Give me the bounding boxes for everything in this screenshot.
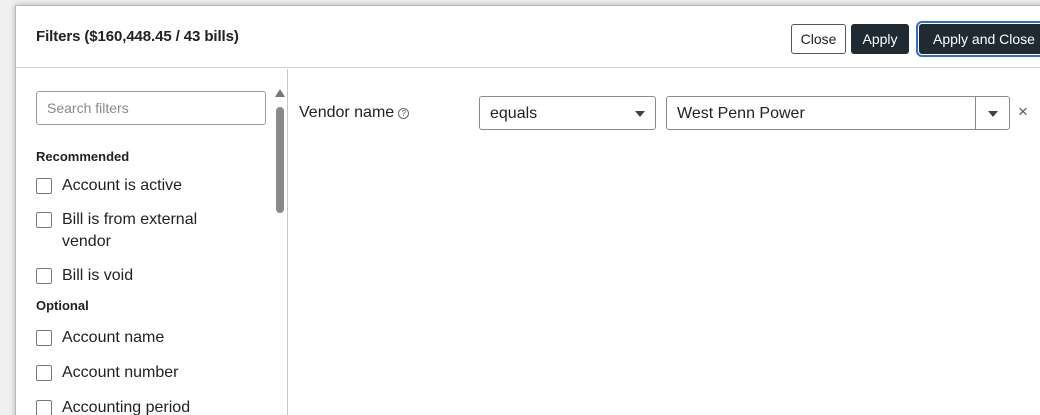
filter-option-label: Accounting period bbox=[62, 399, 191, 415]
checkbox[interactable] bbox=[36, 212, 52, 228]
section-label-recommended: Recommended bbox=[36, 149, 130, 164]
filter-option-account-number[interactable]: Account number bbox=[36, 362, 256, 384]
filter-option-bill-is-from-external-vendor[interactable]: Bill is from external vendor bbox=[36, 209, 226, 253]
chevron-down-icon bbox=[635, 111, 645, 117]
filter-option-account-name[interactable]: Account name bbox=[36, 327, 256, 349]
close-button[interactable]: Close bbox=[791, 24, 846, 54]
filter-option-accounting-period[interactable]: Accounting period bbox=[36, 397, 256, 415]
value-selected: West Penn Power bbox=[677, 105, 805, 122]
remove-filter-close-icon[interactable]: × bbox=[1018, 102, 1028, 122]
filter-list-sidebar: Recommended Account is active Bill is fr… bbox=[16, 69, 288, 415]
filter-option-label: Account name bbox=[62, 329, 165, 346]
filter-name-label: Vendor name bbox=[299, 104, 395, 121]
section-label-optional: Optional bbox=[36, 298, 89, 313]
dropdown-divider bbox=[975, 97, 976, 129]
checkbox[interactable] bbox=[36, 268, 52, 284]
help-icon[interactable]: ? bbox=[398, 108, 410, 119]
filter-option-bill-is-void[interactable]: Bill is void bbox=[36, 265, 256, 287]
filter-option-account-is-active[interactable]: Account is active bbox=[36, 175, 256, 197]
filter-option-label: Bill is from external vendor bbox=[62, 211, 198, 250]
checkbox[interactable] bbox=[36, 365, 52, 381]
search-filters-input[interactable] bbox=[36, 91, 266, 125]
apply-and-close-button[interactable]: Apply and Close bbox=[916, 21, 1040, 57]
scrollbar-thumb[interactable] bbox=[276, 107, 284, 213]
filter-option-label: Bill is void bbox=[62, 267, 134, 284]
dialog-title: Filters ($160,448.45 / 43 bills) bbox=[36, 28, 239, 45]
scroll-up-arrow-icon[interactable] bbox=[275, 89, 285, 97]
checkbox[interactable] bbox=[36, 178, 52, 194]
filters-dialog: Filters ($160,448.45 / 43 bills) Close A… bbox=[15, 5, 1040, 415]
filter-name: Vendor name? bbox=[299, 104, 410, 122]
filter-option-label: Account is active bbox=[62, 177, 183, 194]
operator-select[interactable]: equals bbox=[479, 96, 656, 130]
chevron-down-icon[interactable] bbox=[988, 111, 998, 117]
operator-selected-value: equals bbox=[490, 105, 538, 122]
dialog-header: Filters ($160,448.45 / 43 bills) Close A… bbox=[16, 6, 1040, 68]
checkbox[interactable] bbox=[36, 330, 52, 346]
filter-option-label: Account number bbox=[62, 364, 179, 381]
checkbox[interactable] bbox=[36, 400, 52, 415]
apply-button[interactable]: Apply bbox=[851, 24, 909, 54]
value-combobox[interactable]: West Penn Power bbox=[666, 96, 1010, 130]
